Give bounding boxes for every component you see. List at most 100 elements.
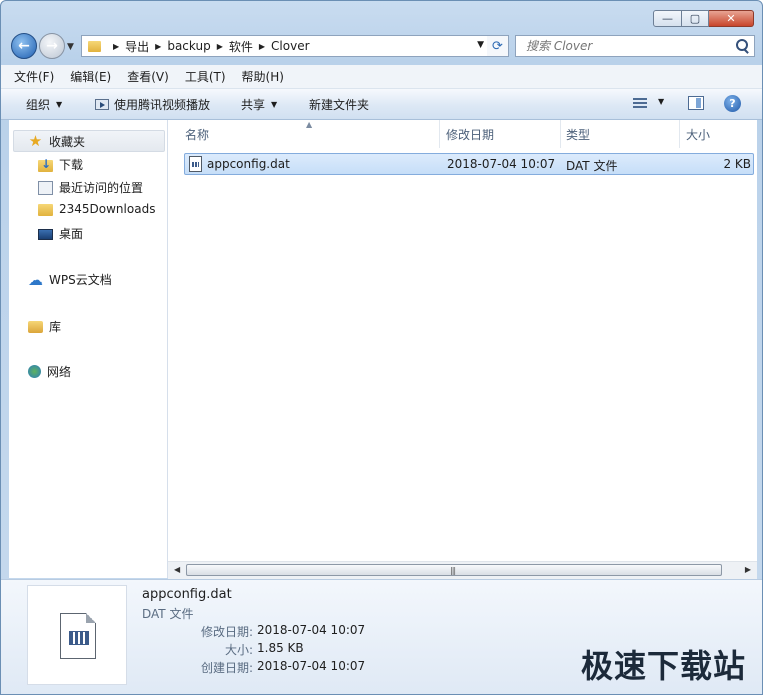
menu-tools[interactable]: 工具(T) (182, 68, 229, 85)
nav-recent-places[interactable]: 最近访问的位置 (38, 179, 143, 196)
file-thumbnail (27, 585, 127, 685)
menu-help[interactable]: 帮助(H) (239, 68, 287, 85)
search-input[interactable] (524, 38, 728, 54)
nav-label: 下载 (59, 158, 84, 172)
details-pane: appconfig.dat DAT 文件 修改日期: 2018-07-04 10… (1, 579, 762, 694)
column-header-modified[interactable]: 修改日期 (446, 120, 560, 148)
search-icon[interactable] (736, 39, 748, 51)
breadcrumb-chevron-icon[interactable]: ▶ (155, 42, 161, 51)
menu-view[interactable]: 查看(V) (124, 68, 172, 85)
column-header-name[interactable]: 名称 (185, 120, 439, 148)
column-divider[interactable] (439, 120, 440, 148)
network-icon (28, 365, 41, 378)
breadcrumb-chevron-icon[interactable]: ▶ (217, 42, 223, 51)
chevron-down-icon: ▼ (271, 100, 278, 109)
change-view-icon[interactable] (633, 98, 647, 109)
breadcrumb-software[interactable]: 软件 (229, 38, 253, 55)
chevron-down-icon: ▼ (56, 100, 63, 109)
share-button[interactable]: 共享 ▼ (241, 96, 277, 113)
nav-label: WPS云文档 (49, 273, 112, 287)
desktop-icon (38, 229, 53, 240)
organize-label: 组织 (26, 98, 51, 112)
nav-favorites[interactable]: ★ 收藏夹 (13, 130, 165, 152)
maximize-button[interactable]: ▢ (682, 10, 709, 27)
menu-edit[interactable]: 编辑(E) (67, 68, 114, 85)
file-size: 2 KB (723, 157, 751, 171)
breadcrumb-export[interactable]: 导出 (125, 38, 149, 55)
horizontal-scrollbar[interactable]: ◀ ||| ▶ (168, 561, 757, 579)
nav-label: 收藏夹 (49, 134, 86, 149)
table-row[interactable]: appconfig.dat 2018-07-04 10:07 DAT 文件 2 … (184, 153, 754, 175)
details-created-label: 创建日期: (200, 661, 253, 675)
address-dropdown-icon[interactable]: ▼ (477, 40, 484, 50)
search-box[interactable] (515, 35, 755, 57)
breadcrumb-backup[interactable]: backup (167, 39, 210, 53)
new-folder-label: 新建文件夹 (309, 98, 370, 112)
menu-bar: 文件(F) 编辑(E) 查看(V) 工具(T) 帮助(H) (1, 65, 762, 89)
library-icon (28, 321, 43, 333)
details-size-label: 大小: (224, 643, 253, 657)
breadcrumb-chevron-icon[interactable]: ▶ (259, 42, 265, 51)
column-header-type[interactable]: 类型 (566, 120, 679, 148)
folder-icon (38, 204, 53, 216)
details-modified-value: 2018-07-04 10:07 (257, 623, 366, 637)
details-file-name: appconfig.dat (142, 587, 232, 602)
nav-label: 桌面 (59, 227, 84, 241)
nav-label: 2345Downloads (59, 202, 156, 216)
command-bar: 组织 ▼ 使用腾讯视频播放 共享 ▼ 新建文件夹 ▼ ? (1, 89, 762, 120)
nav-wps-cloud[interactable]: ☁ WPS云文档 (28, 271, 112, 288)
column-divider[interactable] (679, 120, 680, 148)
nav-downloads[interactable]: 下载 (38, 156, 83, 173)
downloads-folder-icon (38, 157, 53, 172)
help-icon[interactable]: ? (724, 95, 741, 112)
nav-network[interactable]: 网络 (28, 363, 71, 380)
grip-icon: ||| (450, 566, 456, 575)
dat-file-icon (189, 156, 202, 172)
recent-pages-dropdown[interactable]: ▼ (67, 42, 74, 52)
refresh-icon[interactable]: ⟳ (487, 35, 509, 57)
navigation-bar: ← → ▼ ▶ 导出 ▶ backup ▶ 软件 ▶ Clover ▼ ⟳ (9, 32, 757, 62)
breadcrumb-chevron-icon[interactable]: ▶ (113, 42, 119, 51)
details-file-type: DAT 文件 (142, 607, 194, 621)
details-created-value: 2018-07-04 10:07 (257, 659, 366, 673)
nav-2345downloads[interactable]: 2345Downloads (38, 202, 155, 216)
forward-arrow-icon[interactable]: → (39, 33, 65, 59)
file-modified: 2018-07-04 10:07 (447, 157, 556, 171)
scrollbar-thumb[interactable]: ||| (186, 564, 722, 576)
nav-desktop[interactable]: 桌面 (38, 225, 83, 242)
folder-icon (88, 40, 101, 52)
nav-label: 网络 (47, 365, 72, 379)
nav-label: 库 (49, 320, 62, 334)
close-button[interactable]: ✕ (709, 10, 754, 27)
nav-libraries[interactable]: 库 (28, 318, 61, 335)
play-with-tencent-video-button[interactable]: 使用腾讯视频播放 (95, 96, 210, 113)
address-bar[interactable]: ▶ 导出 ▶ backup ▶ 软件 ▶ Clover ▼ (81, 35, 505, 57)
menu-file[interactable]: 文件(F) (11, 68, 57, 85)
column-divider[interactable] (560, 120, 561, 148)
breadcrumb-clover[interactable]: Clover (271, 39, 309, 53)
nav-label: 最近访问的位置 (59, 181, 144, 195)
file-list: ▲ 名称 修改日期 类型 大小 appconfig.dat 2018-07-04… (168, 120, 757, 578)
new-folder-button[interactable]: 新建文件夹 (309, 96, 369, 113)
video-player-icon (95, 99, 109, 110)
minimize-button[interactable]: — (653, 10, 682, 27)
navigation-pane: ★ 收藏夹 下载 最近访问的位置 2345Downloads 桌面 ☁ WPS云… (9, 120, 168, 578)
details-modified-label: 修改日期: (200, 625, 253, 639)
file-type: DAT 文件 (566, 159, 618, 173)
scroll-left-icon[interactable]: ◀ (174, 565, 180, 574)
file-name: appconfig.dat (207, 157, 290, 171)
watermark-text: 极速下载站 (580, 647, 746, 685)
caption-buttons: — ▢ ✕ (653, 10, 754, 27)
cloud-icon: ☁ (28, 270, 43, 289)
column-header-size[interactable]: 大小 (686, 120, 746, 148)
view-options-dropdown-icon[interactable]: ▼ (658, 97, 664, 106)
play-with-label: 使用腾讯视频播放 (114, 98, 211, 112)
details-size-value: 1.85 KB (257, 641, 304, 655)
star-icon: ★ (28, 132, 43, 150)
organize-button[interactable]: 组织 ▼ (26, 96, 62, 113)
preview-pane-icon[interactable] (688, 96, 704, 110)
recent-places-icon (38, 180, 53, 195)
dat-file-large-icon (60, 613, 96, 659)
scroll-right-icon[interactable]: ▶ (745, 565, 751, 574)
back-arrow-icon[interactable]: ← (11, 33, 37, 59)
